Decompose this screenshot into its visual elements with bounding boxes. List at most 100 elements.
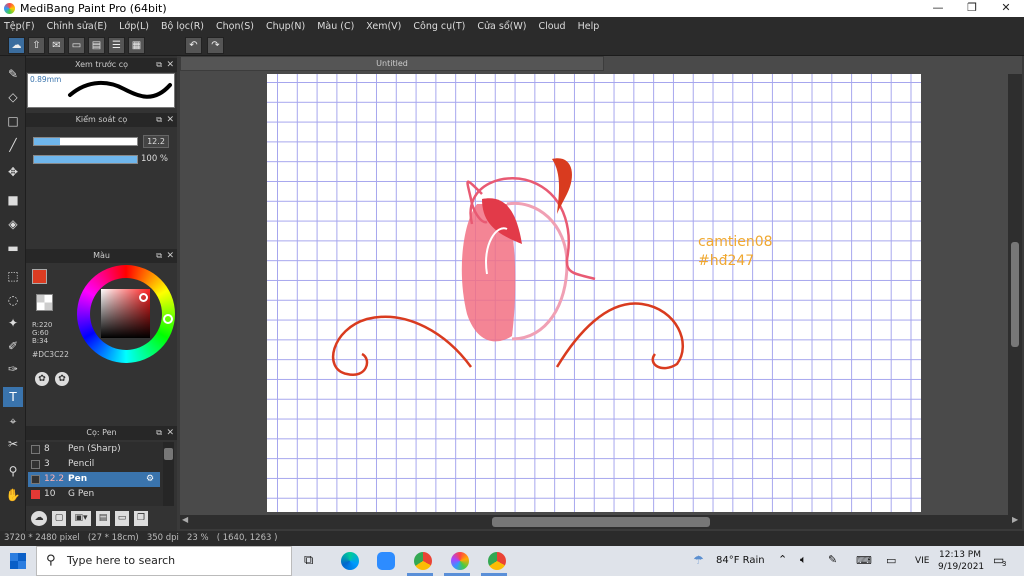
menu-snap[interactable]: Chụp(N) <box>266 21 305 32</box>
brush-size: 3 <box>44 459 50 469</box>
chevron-up-icon[interactable]: ⌃ <box>778 553 787 566</box>
brush-item-pen-sharp[interactable]: 8 Pen (Sharp) <box>28 442 160 457</box>
menu-file[interactable]: Tệp(F) <box>4 21 35 32</box>
document-icon[interactable]: ▤ <box>88 37 105 54</box>
brush-size: 10 <box>44 489 56 499</box>
select-eraser-tool-icon[interactable]: ✑ <box>3 359 23 379</box>
horizontal-scrollbar[interactable]: ◀ ▶ <box>180 515 1022 529</box>
menu-color[interactable]: Màu (C) <box>317 21 354 32</box>
chrome-icon[interactable] <box>414 552 432 570</box>
brush-size-slider[interactable] <box>33 137 138 146</box>
redo-button[interactable]: ↷ <box>207 37 224 54</box>
weather-text[interactable]: 84°F Rain <box>716 555 765 566</box>
magic-wand-tool-icon[interactable]: ✦ <box>3 313 23 333</box>
horizontal-scroll-thumb[interactable] <box>492 517 710 527</box>
pen-icon[interactable]: ✎ <box>828 553 837 566</box>
popout-icon[interactable]: ⧉ <box>156 113 162 127</box>
add-brush-dropdown-icon[interactable]: ▣▾ <box>71 511 91 526</box>
line-tool-icon[interactable]: ╱ <box>3 135 23 155</box>
divide-tool-icon[interactable]: ✂ <box>3 434 23 454</box>
sv-cursor[interactable] <box>139 293 148 302</box>
move-tool-icon[interactable]: ✥ <box>3 162 23 182</box>
minimize-button[interactable]: — <box>921 0 955 17</box>
scroll-left-icon[interactable]: ◀ <box>182 515 188 524</box>
cloud-brush-icon[interactable]: ☁ <box>31 511 47 526</box>
brush-preview-title: Xem trước cọ <box>74 60 128 69</box>
popout-icon[interactable]: ⧉ <box>156 426 162 440</box>
dot-tool-icon[interactable]: □ <box>3 111 23 131</box>
maximize-button[interactable]: ❐ <box>955 0 989 17</box>
brush-opacity-slider[interactable] <box>33 155 138 164</box>
vertical-scroll-thumb[interactable] <box>1011 242 1019 347</box>
list-icon[interactable]: ☰ <box>108 37 125 54</box>
clock[interactable]: 12:13 PM 9/19/2021 <box>938 549 984 573</box>
menu-cloud[interactable]: Cloud <box>538 21 565 32</box>
folder-icon[interactable]: ▭ <box>115 511 129 526</box>
chrome-alt-icon[interactable] <box>488 552 506 570</box>
transparent-swatch[interactable] <box>36 294 53 311</box>
brush-size-value[interactable]: 12.2 <box>143 135 169 148</box>
brush-settings-icon[interactable]: ▤ <box>96 511 110 526</box>
menu-tools[interactable]: Công cụ(T) <box>413 21 465 32</box>
grid-icon[interactable]: ▦ <box>128 37 145 54</box>
menu-window[interactable]: Cửa sổ(W) <box>477 21 526 32</box>
start-icon[interactable] <box>10 553 26 569</box>
brush-item-pencil[interactable]: 3 Pencil <box>28 457 160 472</box>
menu-view[interactable]: Xem(V) <box>366 21 401 32</box>
network-icon[interactable]: ▭ <box>886 554 896 567</box>
search-box[interactable]: ⚲ Type here to search <box>36 546 292 576</box>
text-tool-icon[interactable]: T <box>3 387 23 407</box>
scroll-right-icon[interactable]: ▶ <box>1012 515 1018 524</box>
new-brush-icon[interactable]: ▢ <box>52 511 66 526</box>
brush-list-scrollbar[interactable] <box>163 442 174 506</box>
menu-help[interactable]: Help <box>578 21 600 32</box>
select-pen-tool-icon[interactable]: ✐ <box>3 336 23 356</box>
menu-bar: Tệp(F) Chỉnh sửa(E) Lớp(L) Bộ lọc(R) Chọ… <box>0 17 1024 35</box>
undo-button[interactable]: ↶ <box>185 37 202 54</box>
brush-tool-icon[interactable]: ✎ <box>3 64 23 84</box>
close-icon[interactable]: ✕ <box>166 58 174 72</box>
bucket-tool-icon[interactable]: ◈ <box>3 214 23 234</box>
rect-select-tool-icon[interactable]: ⬚ <box>3 266 23 286</box>
palette-icon[interactable]: ✿ <box>35 372 49 386</box>
operation-tool-icon[interactable]: ⌖ <box>3 411 23 431</box>
close-icon[interactable]: ✕ <box>166 249 174 263</box>
keyboard-icon[interactable]: ⌨ <box>856 554 872 567</box>
task-view-icon[interactable]: ⧉ <box>304 553 313 568</box>
close-button[interactable]: ✕ <box>989 0 1023 17</box>
share-icon[interactable]: ⇧ <box>28 37 45 54</box>
eraser-tool-icon[interactable]: ◇ <box>3 87 23 107</box>
hue-ring[interactable] <box>77 265 175 363</box>
brush-item-pen[interactable]: 12.2 Pen ⚙ <box>28 472 160 487</box>
cloud-icon[interactable]: ☁ <box>8 37 25 54</box>
close-icon[interactable]: ✕ <box>166 426 174 440</box>
zoom-icon[interactable] <box>377 552 395 570</box>
primary-color-swatch[interactable] <box>32 269 47 284</box>
close-icon[interactable]: ✕ <box>166 113 174 127</box>
edge-icon[interactable] <box>341 552 359 570</box>
popout-icon[interactable]: ⧉ <box>156 249 162 263</box>
comment-icon[interactable]: ✉ <box>48 37 65 54</box>
palette-settings-icon[interactable]: ✿ <box>55 372 69 386</box>
hand-tool-icon[interactable]: ✋ <box>3 485 23 505</box>
gear-icon[interactable]: ⚙ <box>146 472 154 487</box>
speaker-icon[interactable]: 🔈︎ <box>800 553 807 567</box>
document-tab[interactable]: Untitled <box>180 56 604 71</box>
language-indicator[interactable]: VIE <box>915 556 930 566</box>
menu-edit[interactable]: Chỉnh sửa(E) <box>47 21 108 32</box>
hue-cursor[interactable] <box>163 314 173 324</box>
popout-icon[interactable]: ⧉ <box>156 58 162 72</box>
chat-icon[interactable]: ▭ <box>68 37 85 54</box>
eyedropper-tool-icon[interactable]: ⚲ <box>3 461 23 481</box>
gradient-tool-icon[interactable]: ▬ <box>3 238 23 258</box>
medibang-icon[interactable] <box>451 552 469 570</box>
fill-shape-tool-icon[interactable]: ■ <box>3 190 23 210</box>
brush-item-g-pen[interactable]: 10 G Pen <box>28 487 160 502</box>
menu-filter[interactable]: Bộ lọc(R) <box>161 21 204 32</box>
duplicate-brush-icon[interactable]: ❐ <box>134 511 148 526</box>
lasso-tool-icon[interactable]: ◌ <box>3 290 23 310</box>
menu-select[interactable]: Chọn(S) <box>216 21 254 32</box>
canvas-paper[interactable]: camtien08 #hđ247 <box>267 74 921 512</box>
menu-layer[interactable]: Lớp(L) <box>119 21 149 32</box>
vertical-scrollbar[interactable] <box>1008 74 1022 516</box>
